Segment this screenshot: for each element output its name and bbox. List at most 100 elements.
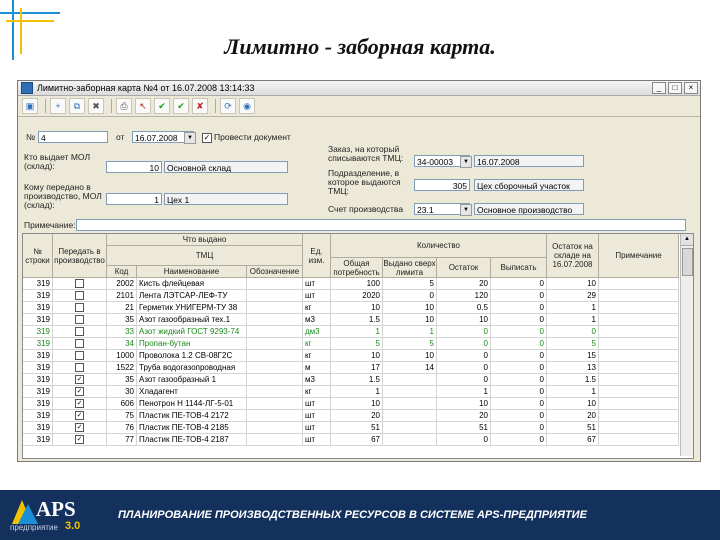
table-row[interactable]: 319 34 Пропан-бутан кг 5 5 0 0 5 — [23, 338, 679, 350]
cell-unit[interactable]: кг — [303, 338, 331, 350]
cell-need[interactable]: 100 — [331, 278, 383, 290]
cell-desig[interactable] — [247, 374, 303, 386]
delete-icon[interactable]: ✖ — [88, 98, 104, 114]
cell-code[interactable]: 75 — [107, 410, 137, 422]
transfer-checkbox[interactable] — [75, 315, 84, 325]
header-issue[interactable]: Выписать — [491, 258, 547, 278]
cell-need[interactable]: 1 — [331, 386, 383, 398]
cell-name[interactable]: Кисть флейцевая — [137, 278, 247, 290]
table-row[interactable]: 319 ✓ 30 Хладагент кг 1 1 0 1 — [23, 386, 679, 398]
cell-unit[interactable]: м — [303, 362, 331, 374]
minimize-button[interactable]: _ — [652, 82, 666, 94]
cell-name[interactable]: Пластик ПЕ-ТОВ-4 2187 — [137, 434, 247, 446]
cell-name[interactable]: Пластик ПЕ-ТОВ-4 2185 — [137, 422, 247, 434]
cell-num[interactable]: 319 — [23, 290, 53, 302]
cell-issue[interactable]: 0 — [491, 302, 547, 314]
cell-note[interactable] — [599, 278, 679, 290]
table-row[interactable]: 319 21 Герметик УНИГЕРМ-ТУ 38 кг 10 10 0.5 0 1 — [23, 302, 679, 314]
transfer-checkbox[interactable]: ✓ — [75, 375, 84, 385]
cell-need[interactable]: 17 — [331, 362, 383, 374]
close-button[interactable]: × — [684, 82, 698, 94]
print-icon[interactable]: ⎙ — [116, 98, 132, 114]
cell-note[interactable] — [599, 422, 679, 434]
cell-desig[interactable] — [247, 386, 303, 398]
cell-over[interactable] — [383, 410, 437, 422]
cell-num[interactable]: 319 — [23, 386, 53, 398]
cell-code[interactable]: 34 — [107, 338, 137, 350]
cell-rem[interactable]: 51 — [437, 422, 491, 434]
cell-over[interactable] — [383, 434, 437, 446]
cell-name[interactable]: Пластик ПЕ-ТОВ-4 2172 — [137, 410, 247, 422]
cell-note[interactable] — [599, 362, 679, 374]
cell-unit[interactable]: кг — [303, 302, 331, 314]
cell-unit[interactable]: м3 — [303, 374, 331, 386]
issuer-code-field[interactable]: 10 — [106, 161, 162, 173]
cell-code[interactable]: 77 — [107, 434, 137, 446]
cell-note[interactable] — [599, 398, 679, 410]
cell-stock[interactable]: 1 — [547, 302, 599, 314]
cell-need[interactable]: 2020 — [331, 290, 383, 302]
cell-issue[interactable]: 0 — [491, 314, 547, 326]
cell-rem[interactable]: 0 — [437, 338, 491, 350]
refresh-icon[interactable]: ⟳ — [220, 98, 236, 114]
transfer-checkbox[interactable]: ✓ — [75, 411, 84, 421]
cell-note[interactable] — [599, 374, 679, 386]
cell-rem[interactable]: 120 — [437, 290, 491, 302]
table-row[interactable]: 319 2101 Лента ЛЭТСАР-ЛЕФ-ТУ шт 2020 0 120 0 29 — [23, 290, 679, 302]
scroll-up-icon[interactable]: ▲ — [681, 234, 693, 246]
cell-stock[interactable]: 13 — [547, 362, 599, 374]
header-name[interactable]: Наименование — [137, 266, 247, 278]
cell-desig[interactable] — [247, 398, 303, 410]
cell-code[interactable]: 2101 — [107, 290, 137, 302]
maximize-button[interactable]: □ — [668, 82, 682, 94]
cell-name[interactable]: Хладагент — [137, 386, 247, 398]
cell-unit[interactable]: кг — [303, 350, 331, 362]
cell-code[interactable]: 1000 — [107, 350, 137, 362]
cell-name[interactable]: Проволока 1.2 СВ-08Г2С — [137, 350, 247, 362]
cell-over[interactable]: 14 — [383, 362, 437, 374]
table-row[interactable]: 319 ✓ 606 Пенотрон Н 1144-ЛГ-5-01 шт 10 10 0 10 — [23, 398, 679, 410]
cell-need[interactable]: 1.5 — [331, 374, 383, 386]
cell-desig[interactable] — [247, 302, 303, 314]
cell-desig[interactable] — [247, 278, 303, 290]
transfer-checkbox[interactable] — [75, 279, 84, 289]
cell-need[interactable]: 5 — [331, 338, 383, 350]
order-dropdown-button[interactable]: ▼ — [460, 156, 472, 168]
transfer-checkbox[interactable] — [75, 351, 84, 361]
cell-issue[interactable]: 0 — [491, 374, 547, 386]
cell-code[interactable]: 30 — [107, 386, 137, 398]
cell-num[interactable]: 319 — [23, 398, 53, 410]
cell-rem[interactable]: 10 — [437, 398, 491, 410]
cell-over[interactable] — [383, 398, 437, 410]
cell-num[interactable]: 319 — [23, 410, 53, 422]
cell-desig[interactable] — [247, 326, 303, 338]
cell-name[interactable]: Азот жидкий ГОСТ 9293-74 — [137, 326, 247, 338]
cell-note[interactable] — [599, 290, 679, 302]
cell-rem[interactable]: 0 — [437, 362, 491, 374]
date-picker-button[interactable]: ▼ — [184, 132, 196, 144]
cell-issue[interactable]: 0 — [491, 410, 547, 422]
cell-issue[interactable]: 0 — [491, 422, 547, 434]
cell-name[interactable]: Азот газообразный тех.1 — [137, 314, 247, 326]
cell-name[interactable]: Лента ЛЭТСАР-ЛЕФ-ТУ — [137, 290, 247, 302]
cell-name[interactable]: Труба водогазопроводная — [137, 362, 247, 374]
cell-desig[interactable] — [247, 410, 303, 422]
cell-over[interactable] — [383, 374, 437, 386]
cell-rem[interactable]: 0 — [437, 326, 491, 338]
transfer-checkbox[interactable]: ✓ — [75, 435, 84, 445]
cell-unit[interactable]: шт — [303, 290, 331, 302]
cell-note[interactable] — [599, 314, 679, 326]
cell-code[interactable]: 33 — [107, 326, 137, 338]
cell-unit[interactable]: дм3 — [303, 326, 331, 338]
cell-note[interactable] — [599, 410, 679, 422]
globe-icon[interactable]: ◉ — [239, 98, 255, 114]
table-row[interactable]: 319 1522 Труба водогазопроводная м 17 14 0 0 13 — [23, 362, 679, 374]
transfer-checkbox[interactable] — [75, 327, 84, 337]
transfer-checkbox[interactable]: ✓ — [75, 423, 84, 433]
cell-num[interactable]: 319 — [23, 326, 53, 338]
pointer-icon[interactable]: ↖ — [135, 98, 151, 114]
copy-icon[interactable]: ⧉ — [69, 98, 85, 114]
cell-need[interactable]: 10 — [331, 350, 383, 362]
cell-note[interactable] — [599, 434, 679, 446]
cell-over[interactable]: 5 — [383, 338, 437, 350]
